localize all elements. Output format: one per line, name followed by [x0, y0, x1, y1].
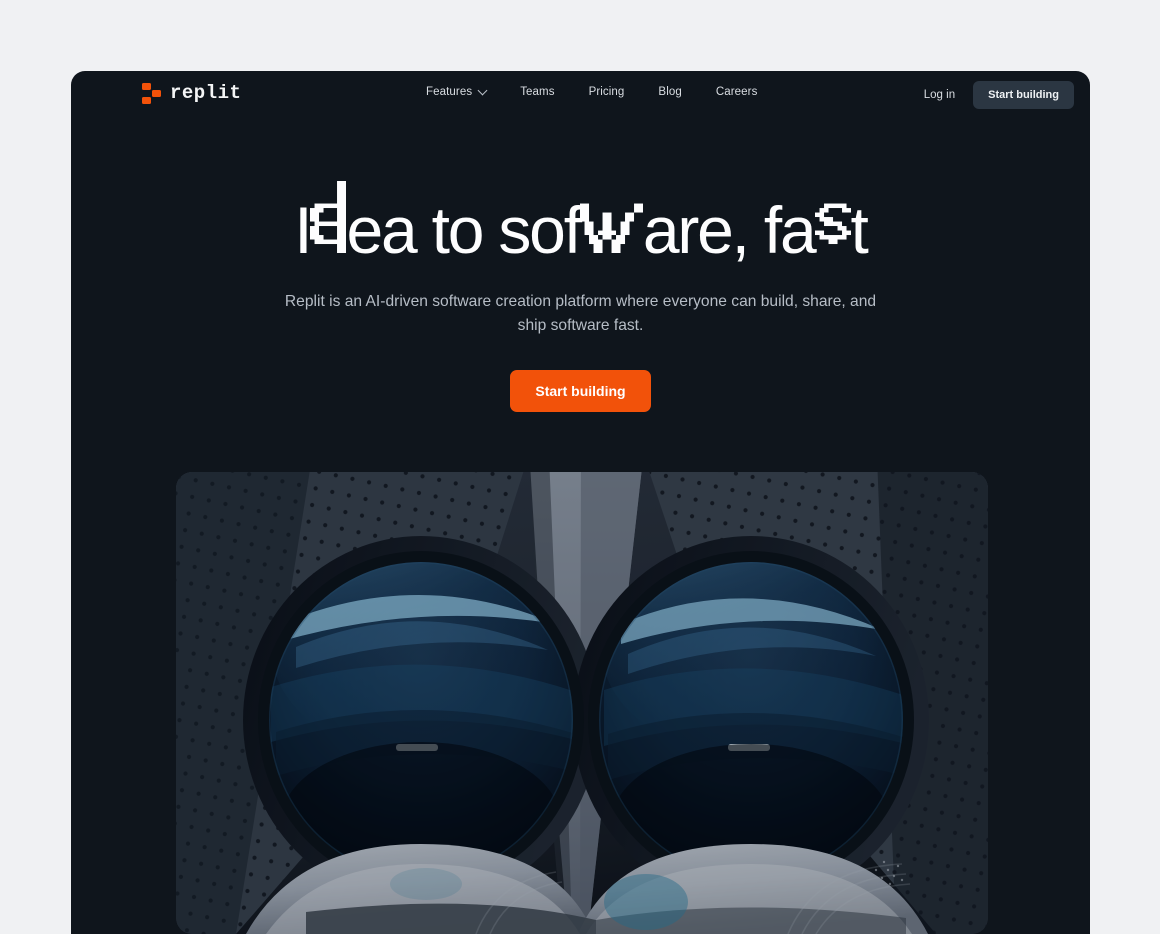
nav-item-careers-label: Careers: [715, 86, 758, 98]
nav-item-teams-label: Teams: [520, 86, 555, 98]
replit-logo-icon: [142, 82, 161, 104]
nav-item-pricing[interactable]: Pricing: [589, 86, 625, 98]
nav-item-careers[interactable]: Careers: [716, 86, 758, 98]
nav-item-features-label: Features: [426, 86, 473, 98]
nav-item-blog-label: Blog: [658, 86, 682, 98]
login-link[interactable]: Log in: [924, 89, 955, 101]
brand-logo-link[interactable]: replit: [142, 82, 241, 104]
headline-glitch-w: [579, 181, 643, 253]
nav-actions: Log in Start building: [924, 81, 1074, 109]
hero-media-image: [176, 472, 988, 934]
nav-links: Features Teams Pricing Blog Careers: [426, 85, 758, 98]
headline-glitch-s: [814, 181, 851, 253]
nav-item-pricing-label: Pricing: [588, 86, 625, 98]
headline-seg-4: are, fa: [642, 193, 817, 267]
headline-seg-1: I: [294, 193, 312, 267]
chevron-down-icon: [477, 85, 488, 95]
headline-seg-5: t: [850, 193, 869, 267]
hero-subheadline: Replit is an AI-driven software creation…: [284, 293, 877, 334]
nav-item-teams[interactable]: Teams: [520, 86, 554, 98]
hero-start-building-button[interactable]: Start building: [510, 369, 651, 412]
headline-glitch-d: [310, 181, 347, 253]
top-navigation: replit Features Teams Pricing Blog Caree…: [71, 71, 1090, 117]
headline-seg-2: ea to so: [346, 193, 565, 267]
brand-name: replit: [170, 82, 242, 104]
hero-section: Iea to sof are, fa t Replit is an AI-drive…: [71, 181, 1090, 412]
site-card: replit Features Teams Pricing Blog Caree…: [71, 71, 1090, 934]
nav-item-features[interactable]: Features: [426, 85, 488, 98]
nav-item-blog[interactable]: Blog: [658, 86, 681, 98]
page-root: replit Features Teams Pricing Blog Caree…: [0, 0, 1160, 934]
robot-face-closeup-graphic: [176, 472, 988, 934]
page-title: Iea to sof are, fa t: [71, 181, 1090, 264]
nav-start-building-button[interactable]: Start building: [973, 81, 1074, 109]
headline-seg-3: f: [563, 193, 582, 267]
